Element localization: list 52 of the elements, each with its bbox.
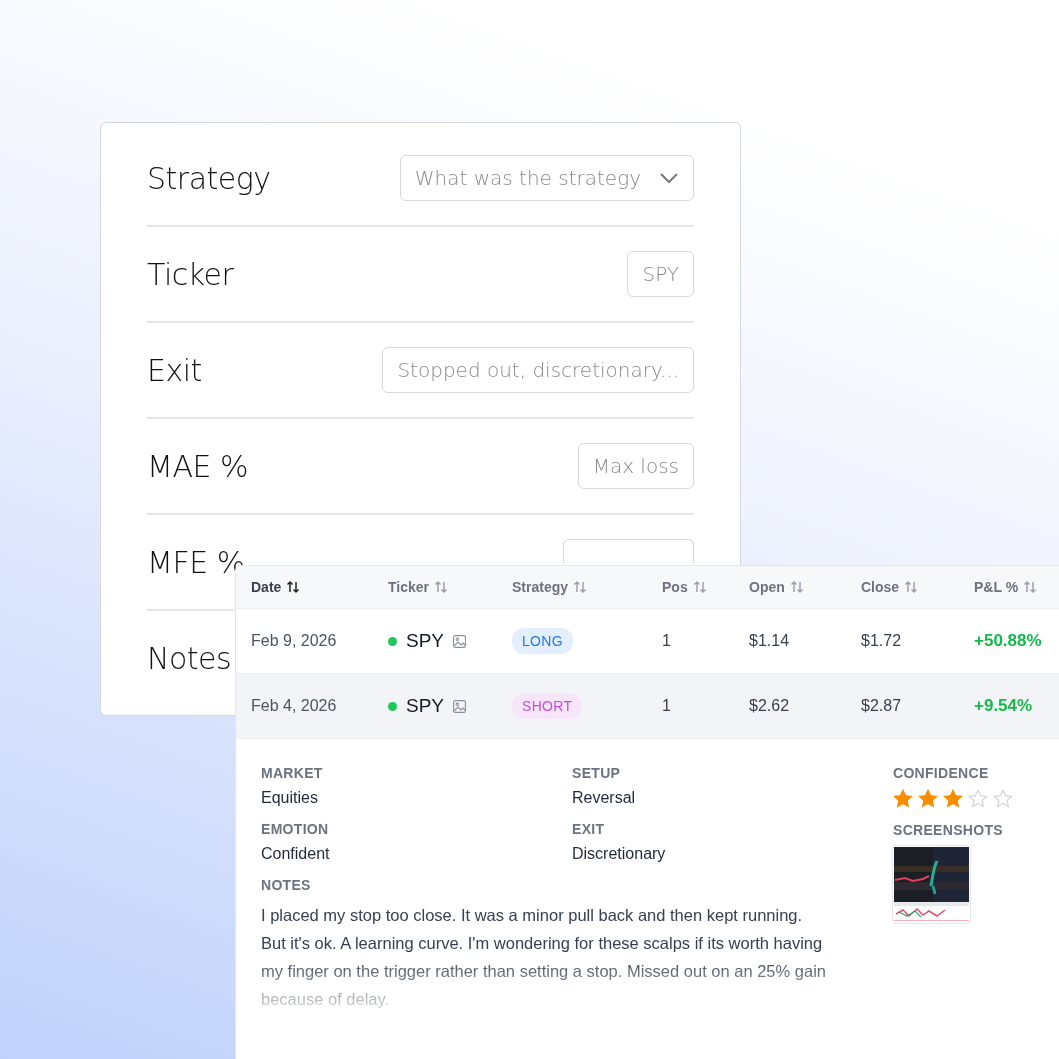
star-icon bbox=[968, 789, 988, 808]
field-label: Notes bbox=[147, 640, 232, 676]
open-price: $1.14 bbox=[749, 632, 790, 650]
detail-label: EMOTION bbox=[261, 821, 330, 837]
ticker-text: SPY bbox=[406, 695, 445, 717]
star-icon bbox=[943, 789, 963, 808]
notes-text: I placed my stop too close. It was a minor pull back and then kept running. But it's ok. A learning curve. I'm wondering for these scalps if its worth having my finger on the trigger rather than setting a stop. Missed out on an 25% gain because of delay. bbox=[261, 905, 827, 1010]
detail-value: Confident bbox=[261, 845, 331, 863]
detail-value: Reversal bbox=[572, 789, 637, 807]
detail-label: EXIT bbox=[572, 821, 606, 837]
column-header[interactable]: Pos bbox=[662, 566, 749, 608]
detail-label: MARKET bbox=[261, 765, 324, 781]
image-icon bbox=[453, 634, 467, 648]
field-label: Ticker bbox=[147, 256, 234, 292]
detail-label: SETUP bbox=[572, 765, 622, 781]
position-text: 1 bbox=[662, 697, 671, 715]
column-header[interactable]: Close bbox=[861, 566, 974, 608]
ticker-text: SPY bbox=[406, 630, 445, 652]
field-label: Exit bbox=[147, 352, 202, 388]
strategy-select[interactable]: What was the strategy bbox=[399, 155, 694, 201]
date-text: Feb 4, 2026 bbox=[251, 697, 337, 715]
image-icon bbox=[453, 699, 467, 713]
input-field[interactable] bbox=[563, 539, 694, 563]
pnl-value: +9.54% bbox=[974, 696, 1033, 716]
input-field[interactable]: Stopped out, discretionary... bbox=[382, 347, 694, 393]
star-icon bbox=[893, 789, 913, 808]
column-header[interactable]: P&L % bbox=[974, 566, 1059, 608]
star-icon bbox=[918, 789, 938, 808]
input-field[interactable]: Max loss bbox=[577, 443, 694, 489]
detail-label: NOTES bbox=[261, 877, 312, 893]
detail-label: CONFIDENCE bbox=[893, 765, 990, 781]
open-price: $2.62 bbox=[749, 697, 790, 715]
close-price: $1.72 bbox=[861, 632, 902, 650]
field-label: MAE % bbox=[147, 448, 248, 484]
star-icon bbox=[993, 789, 1013, 808]
table-row[interactable]: Feb 4, 2026 SPY SHORT 1 $2.62 $2.87 +9.54% bbox=[236, 674, 1059, 739]
chevron-down-icon bbox=[659, 172, 679, 184]
strategy-tag: SHORT bbox=[512, 693, 583, 719]
column-header[interactable]: Ticker bbox=[388, 566, 512, 608]
position-text: 1 bbox=[662, 632, 671, 650]
field-label: Strategy bbox=[147, 160, 271, 196]
date-text: Feb 9, 2026 bbox=[251, 632, 337, 650]
column-header[interactable]: Date bbox=[251, 566, 388, 608]
close-price: $2.87 bbox=[861, 697, 902, 715]
detail-label: SCREENSHOTS bbox=[893, 822, 1004, 838]
pnl-value: +50.88% bbox=[974, 631, 1042, 651]
detail-value: Equities bbox=[261, 789, 319, 807]
strategy-tag: LONG bbox=[512, 628, 573, 654]
column-header[interactable]: Strategy bbox=[512, 566, 662, 608]
input-field[interactable]: SPY bbox=[627, 251, 694, 297]
column-header[interactable]: Open bbox=[749, 566, 861, 608]
detail-value: Discretionary bbox=[572, 845, 667, 863]
